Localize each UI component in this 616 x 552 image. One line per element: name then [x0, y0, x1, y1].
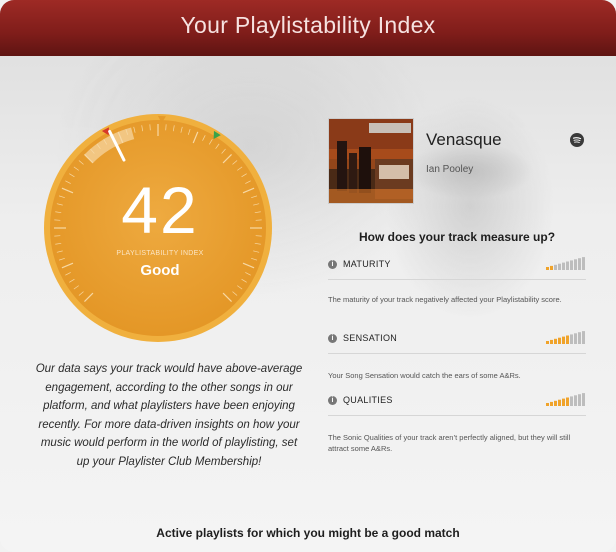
score-value: 42 [121, 173, 199, 247]
level-bar [566, 397, 569, 406]
metric-note: The Sonic Qualities of your track aren’t… [328, 433, 571, 453]
metric-note: The maturity of your track negatively af… [328, 295, 562, 304]
level-bar [570, 396, 573, 406]
app-frame: Your Playlistability Index 42 PLAYLISTAB… [0, 0, 616, 552]
metric-bars [546, 393, 585, 406]
track-artist: Ian Pooley [426, 164, 474, 175]
spotify-icon[interactable] [570, 133, 584, 147]
level-bar [582, 393, 585, 406]
level-bar [562, 336, 565, 344]
level-bar [578, 332, 581, 344]
level-bar [546, 267, 549, 270]
level-bar [558, 399, 561, 406]
metric-note: Your Song Sensation would catch the ears… [328, 371, 521, 380]
header-bar: Your Playlistability Index [0, 0, 616, 56]
score-description: Our data says your track would have abov… [35, 363, 303, 468]
level-bar [554, 338, 557, 344]
level-bar [546, 341, 549, 344]
measure-heading: How does your track measure up? [358, 230, 556, 244]
level-bar [570, 334, 573, 344]
level-bar [562, 262, 565, 270]
level-bar [558, 263, 561, 270]
album-cover [328, 118, 414, 204]
level-bar [562, 398, 565, 406]
level-bar [558, 337, 561, 344]
level-bar [578, 258, 581, 270]
info-icon[interactable]: i [328, 396, 337, 405]
level-bar [574, 395, 577, 406]
level-bar [566, 261, 569, 270]
score-grade: Good [140, 262, 180, 279]
level-bar [574, 333, 577, 344]
track-title: Venasque [426, 130, 502, 149]
level-bar [546, 403, 549, 406]
info-icon[interactable]: i [328, 260, 337, 269]
level-bar [582, 331, 585, 344]
metric-label: SENSATION [343, 333, 398, 343]
level-bar [582, 257, 585, 270]
metric-row-maturity: i MATURITY [328, 256, 586, 280]
active-playlists-heading: Active playlists for which you might be … [156, 526, 460, 540]
metric-row-sensation: i SENSATION [328, 330, 586, 354]
level-bar [550, 265, 553, 270]
metric-label: QUALITIES [343, 395, 393, 405]
level-bar [570, 260, 573, 270]
level-bar [574, 259, 577, 270]
level-bar [550, 401, 553, 406]
level-bar [550, 339, 553, 344]
page-title: Your Playlistability Index [180, 11, 436, 38]
metric-label: MATURITY [343, 259, 391, 269]
level-bar [566, 335, 569, 344]
metric-bars [546, 257, 585, 270]
level-bar [554, 264, 557, 270]
playlistability-gauge: 42 PLAYLISTABILITY INDEX Good [40, 100, 280, 350]
level-bar [554, 400, 557, 406]
score-label: PLAYLISTABILITY INDEX [116, 250, 204, 257]
level-bar [578, 394, 581, 406]
metric-row-qualities: i QUALITIES [328, 392, 586, 416]
info-icon[interactable]: i [328, 334, 337, 343]
metric-bars [546, 331, 585, 344]
